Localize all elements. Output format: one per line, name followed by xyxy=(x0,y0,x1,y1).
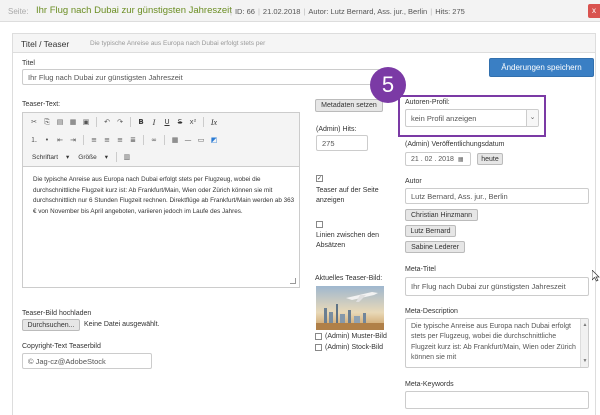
undo-icon[interactable]: ↶ xyxy=(102,117,112,127)
align-left-icon[interactable]: ≡ xyxy=(89,135,99,145)
chevron-down-icon: ▾ xyxy=(66,154,70,161)
superscript-icon[interactable]: x² xyxy=(188,117,198,127)
indent-icon[interactable]: ⇥ xyxy=(68,135,78,145)
chevron-down-icon: ▾ xyxy=(104,154,108,161)
table-icon[interactable]: ▦ xyxy=(170,135,180,145)
teaser-top-checkbox[interactable]: ✓ xyxy=(316,175,323,182)
save-button[interactable]: Änderungen speichern xyxy=(489,58,594,77)
panel-subheading: Die typische Anreise aus Europa nach Dub… xyxy=(90,40,266,47)
close-button[interactable]: x xyxy=(588,4,600,18)
paste-icon[interactable]: ▤ xyxy=(55,117,65,127)
step-badge: 5 xyxy=(370,67,406,103)
copyright-input[interactable]: © Jag-cz@AdobeStock xyxy=(22,353,152,369)
paste-word-icon[interactable]: ▣ xyxy=(81,117,91,127)
panel-heading: Titel / Teaser xyxy=(21,39,70,49)
stock-bild-label: (Admin) Stock-Bild xyxy=(325,344,383,351)
outdent-icon[interactable]: ⇤ xyxy=(55,135,65,145)
meta-title-label: Meta-Titel xyxy=(405,266,436,273)
upload-label: Teaser-Bild hochladen xyxy=(22,310,92,317)
title-input[interactable]: Ihr Flug nach Dubai zur günstigsten Jahr… xyxy=(22,69,380,85)
meta-description-text: Die typische Anreise aus Europa nach Dub… xyxy=(411,323,576,362)
meta-description-scrollbar[interactable]: ▲ ▼ xyxy=(580,319,588,367)
upload-status: Keine Datei ausgewählt. xyxy=(84,321,160,328)
strikethrough-icon[interactable]: S xyxy=(175,117,185,127)
paste-text-icon[interactable]: ▦ xyxy=(68,117,78,127)
scroll-down-icon[interactable]: ▼ xyxy=(582,356,588,366)
font-size-label: Größe xyxy=(78,153,97,161)
teaser-image xyxy=(316,286,384,330)
browse-button[interactable]: Durchsuchen... xyxy=(22,319,80,331)
justify-icon[interactable]: ≣ xyxy=(128,135,138,145)
meta-description-label: Meta-Description xyxy=(405,308,458,315)
page-title: Ihr Flug nach Dubai zur günstigsten Jahr… xyxy=(36,5,232,16)
copyright-label: Copyright-Text Teaserbild xyxy=(22,343,101,350)
copy-icon[interactable]: ⎘ xyxy=(42,117,52,127)
publish-date-label: (Admin) Veröffentlichungsdatum xyxy=(405,141,505,148)
linien-checkbox[interactable] xyxy=(316,221,323,228)
author-suggestion[interactable]: Lutz Bernard xyxy=(405,225,456,237)
mouse-cursor-icon xyxy=(591,269,600,284)
editor-toolbar: ✂ ⎘ ▤ ▦ ▣ ↶ ↷ B I U S x² Ix ⒈ • ⇤ ⇥ ≡ ≡ … xyxy=(23,113,299,167)
page-meta: | ID: 66 | 21.02.2018 | Autor: Lutz Bernard, … xyxy=(230,7,465,16)
admin-hits-input[interactable]: 275 xyxy=(316,135,368,151)
remove-format-icon[interactable]: Ix xyxy=(209,117,219,127)
author-suggestion[interactable]: Sabine Lederer xyxy=(405,241,465,253)
stock-bild-checkbox[interactable] xyxy=(315,344,322,351)
meta-title-input[interactable]: Ihr Flug nach Dubai zur günstigsten Jahr… xyxy=(405,277,589,296)
title-label: Titel xyxy=(22,60,35,67)
muster-bild-label: (Admin) Muster-Bild xyxy=(325,333,387,340)
font-family-label: Schriftart xyxy=(32,153,59,161)
publish-day: 21 xyxy=(411,155,419,163)
font-family-select[interactable]: Schriftart ▾ xyxy=(29,152,72,163)
horizontal-line-icon[interactable]: — xyxy=(183,135,193,145)
meta-keywords-input[interactable] xyxy=(405,391,589,409)
linien-label: Linien zwischen den Absätzen xyxy=(316,232,380,249)
panel-header: Titel / Teaser Die typische Anreise aus … xyxy=(13,34,595,53)
publish-month: 02 xyxy=(424,155,433,163)
link-icon[interactable]: ∞ xyxy=(149,135,159,145)
publish-date-input[interactable]: 21 . 02 . 2018 ▦ xyxy=(405,152,471,166)
cut-icon[interactable]: ✂ xyxy=(29,117,39,127)
today-button[interactable]: heute xyxy=(477,153,503,165)
teaser-text-label: Teaser-Text: xyxy=(22,101,61,108)
styles-icon[interactable]: ▥ xyxy=(122,152,132,162)
meta-keywords-label: Meta-Keywords xyxy=(405,381,454,388)
admin-hits-label: (Admin) Hits: xyxy=(316,126,357,133)
resize-handle[interactable] xyxy=(290,278,296,284)
source-icon[interactable]: ◩ xyxy=(209,135,219,145)
italic-icon[interactable]: I xyxy=(149,117,159,127)
author-suggestion[interactable]: Christian Hinzmann xyxy=(405,209,478,221)
author-input[interactable]: Lutz Bernard, Ass. jur., Berlin xyxy=(405,188,589,204)
meta-description-textarea[interactable]: Die typische Anreise aus Europa nach Dub… xyxy=(405,318,589,368)
align-right-icon[interactable]: ≡ xyxy=(115,135,125,145)
font-size-select[interactable]: Größe ▾ xyxy=(75,152,111,163)
scroll-up-icon[interactable]: ▲ xyxy=(582,320,588,330)
teaser-editor[interactable]: ✂ ⎘ ▤ ▦ ▣ ↶ ↷ B I U S x² Ix ⒈ • ⇤ ⇥ ≡ ≡ … xyxy=(22,112,300,288)
image-icon[interactable]: ▭ xyxy=(196,135,206,145)
bold-icon[interactable]: B xyxy=(136,117,146,127)
author-label: Autor xyxy=(405,178,422,185)
page-date: 21.02.2018 xyxy=(262,7,301,16)
redo-icon[interactable]: ↷ xyxy=(115,117,125,127)
teaser-image-label: Aktuelles Teaser-Bild: xyxy=(315,275,383,282)
calendar-icon: ▦ xyxy=(457,156,464,163)
teaser-text[interactable]: Die typische Anreise aus Europa nach Dub… xyxy=(33,175,295,217)
highlight-box xyxy=(398,95,546,137)
page-hits: Hits: 275 xyxy=(435,7,465,16)
bullet-list-icon[interactable]: • xyxy=(42,135,52,145)
align-center-icon[interactable]: ≡ xyxy=(102,135,112,145)
numbered-list-icon[interactable]: ⒈ xyxy=(29,135,39,145)
page-label: Seite: xyxy=(8,7,29,16)
page-id: ID: 66 xyxy=(234,7,255,16)
metadata-button[interactable]: Metadaten setzen xyxy=(315,99,383,112)
underline-icon[interactable]: U xyxy=(162,117,172,127)
top-bar: Seite: Ihr Flug nach Dubai zur günstigst… xyxy=(0,0,600,22)
teaser-top-label: Teaser auf der Seite anzeigen xyxy=(316,187,379,204)
muster-bild-checkbox[interactable] xyxy=(315,333,322,340)
publish-year: 2018 xyxy=(438,155,454,163)
page-author: Autor: Lutz Bernard, Ass. jur., Berlin xyxy=(308,7,428,16)
